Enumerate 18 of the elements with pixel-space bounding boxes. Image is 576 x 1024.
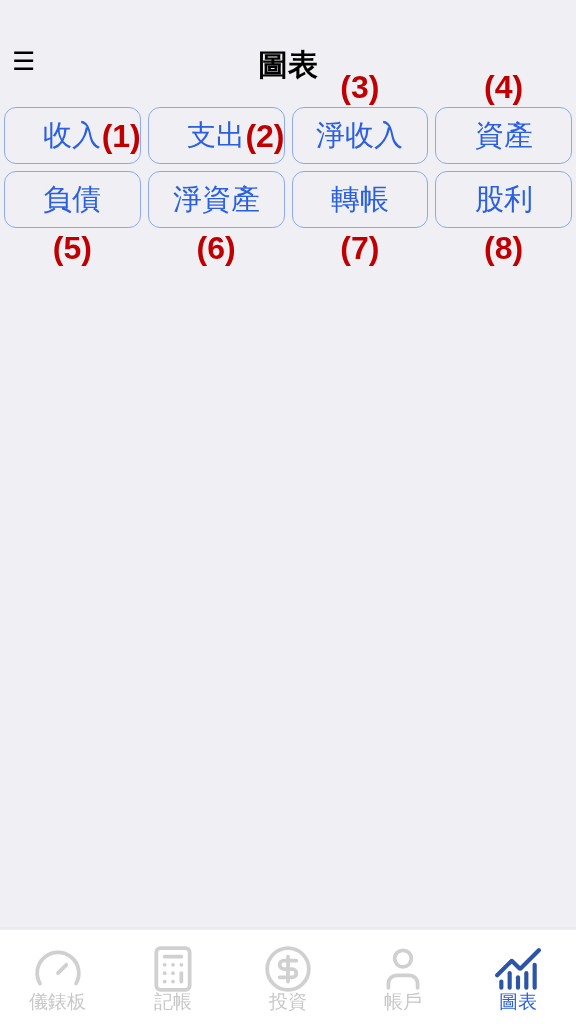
chart-type-button[interactable]: 股利: [435, 171, 572, 228]
page-title: 圖表: [258, 46, 318, 83]
annotation-number: (5): [52, 232, 92, 264]
chart-type-button[interactable]: 轉帳: [291, 171, 429, 228]
annotation-number: (1): [101, 119, 141, 152]
menu-button[interactable]: ☰: [12, 48, 35, 74]
annotation-number: (2): [245, 119, 285, 152]
annotation-number: (3): [340, 71, 380, 103]
dollar-coin-icon: [263, 944, 313, 994]
annotation-number: (8): [484, 232, 524, 264]
annotation-number: (7): [340, 232, 380, 264]
annotation-number: (4): [484, 71, 524, 103]
chart-type-button[interactable]: 資產: [435, 107, 572, 164]
chart-type-button[interactable]: 淨資產: [147, 171, 285, 228]
annotation-number: (6): [196, 232, 236, 264]
chart-type-button[interactable]: 負債: [4, 171, 141, 228]
tab-bar-item[interactable]: 圖表: [460, 930, 576, 1024]
chart-type-button[interactable]: 淨收入: [291, 107, 429, 164]
